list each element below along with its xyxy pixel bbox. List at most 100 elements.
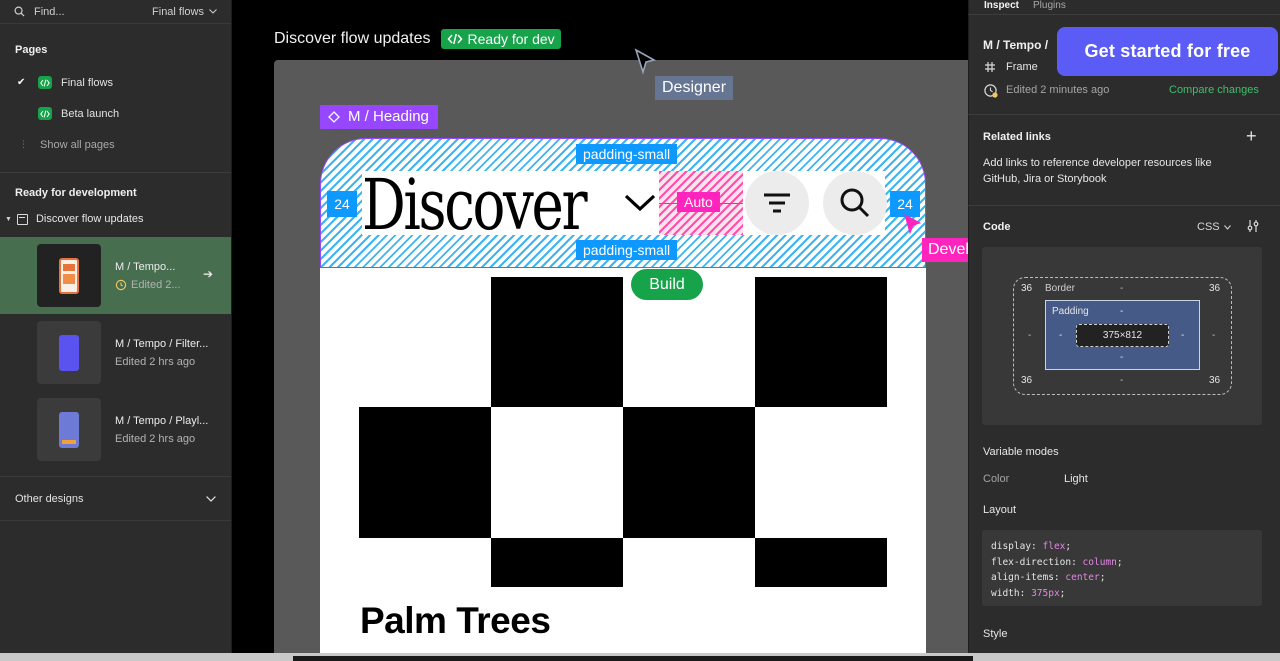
show-all-pages-link[interactable]: ⋮ Show all pages	[0, 129, 231, 160]
style-heading: Style	[983, 628, 1008, 640]
code-line: flex-direction: column;	[991, 556, 1123, 568]
box-model-border-label: Border	[1045, 283, 1076, 294]
arrow-right-icon[interactable]: ➔	[203, 267, 213, 281]
search-icon	[840, 188, 870, 218]
component-name-tag[interactable]: M / Heading	[320, 105, 438, 129]
variable-color-value[interactable]: Light	[1064, 473, 1088, 485]
search-input[interactable]: Find...	[34, 6, 152, 18]
border-radius-tr: 36	[1209, 283, 1221, 294]
phone-thumbnail	[59, 257, 79, 294]
related-links-heading: Related links	[983, 131, 1051, 143]
divider	[968, 14, 1280, 15]
compare-changes-link[interactable]: Compare changes	[1169, 84, 1259, 96]
frame-thumbnail	[37, 321, 101, 384]
chevron-down-icon	[1223, 224, 1231, 230]
divider	[968, 114, 1280, 115]
padding-bottom-tag: padding-small	[576, 240, 678, 260]
ready-for-dev-badge[interactable]: Ready for dev	[440, 29, 561, 49]
related-links-desc-2: GitHub, Jira or Storybook	[983, 173, 1107, 185]
dev-mode-code-icon	[38, 76, 52, 89]
search-button[interactable]	[823, 171, 887, 235]
layout-code-block[interactable]: display: flex; flex-direction: column; a…	[982, 530, 1262, 606]
auto-gap-tag: Auto	[677, 192, 720, 212]
get-started-button[interactable]: Get started for free	[1057, 27, 1278, 76]
phone-thumbnail	[59, 334, 79, 371]
pages-heading: Pages	[15, 44, 48, 56]
border-radius-br: 36	[1209, 375, 1221, 386]
history-icon	[115, 279, 127, 290]
discover-heading-text: Discover	[362, 164, 588, 246]
page-item-beta-launch[interactable]: Beta launch	[0, 98, 231, 129]
code-settings-icon[interactable]	[1246, 219, 1260, 233]
tab-inspect[interactable]: Inspect	[984, 0, 1019, 13]
code-language-select[interactable]: CSS	[1197, 221, 1231, 233]
variable-modes-heading: Variable modes	[983, 446, 1059, 458]
caret-down-icon[interactable]: ▼	[5, 216, 12, 223]
flows-dropdown[interactable]: Final flows	[152, 6, 217, 18]
page-item-final-flows[interactable]: ✔ Final flows	[0, 67, 231, 98]
frame-item-name: M / Tempo / Playl...	[115, 414, 209, 427]
layers-sidebar: Find... Final flows Pages ✔ Final flows …	[0, 0, 232, 653]
scrollbar-thumb[interactable]	[293, 656, 973, 661]
frame-hash-icon	[985, 62, 995, 72]
section-icon	[16, 213, 28, 225]
add-link-icon[interactable]: +	[1246, 126, 1257, 147]
frame-item[interactable]: M / Tempo / Filter... Edited 2 hrs ago	[0, 314, 231, 391]
tree-item-discover-flow[interactable]: ▼ Discover flow updates	[0, 204, 231, 234]
padding-top-value: -	[1120, 306, 1124, 317]
component-instance-icon	[328, 110, 340, 123]
layout-heading: Layout	[983, 504, 1017, 516]
sidebar-search-bar: Find... Final flows	[0, 0, 231, 24]
frame-item[interactable]: M / Tempo... Edited 2... ➔	[0, 237, 231, 314]
other-designs-section[interactable]: Other designs	[0, 476, 231, 521]
frame-type: Frame	[1006, 61, 1038, 73]
border-top-value: -	[1120, 283, 1124, 294]
section-title[interactable]: Discover flow updates	[274, 30, 431, 48]
chevron-down-icon	[206, 495, 216, 502]
padding-left-value: -	[1059, 330, 1063, 341]
border-left-value: -	[1028, 330, 1032, 341]
developer-cursor-icon	[904, 214, 922, 235]
phone-thumbnail	[59, 411, 79, 448]
chevron-down-icon[interactable]	[623, 192, 657, 214]
frame-item-name: M / Tempo...	[115, 260, 176, 273]
code-line: align-items: center;	[991, 572, 1106, 583]
padding-left-value: 24	[327, 191, 357, 217]
check-icon: ✔	[17, 77, 26, 88]
designer-cursor-label: Designer	[655, 76, 734, 100]
content-title: Palm Trees	[360, 600, 551, 641]
designer-cursor-icon	[634, 48, 657, 75]
frame-item-name: M / Tempo / Filter...	[115, 337, 209, 350]
frame-item-time: Edited 2...	[115, 276, 215, 294]
chevron-down-icon	[209, 9, 217, 14]
more-vertical-icon: ⋮	[19, 139, 28, 149]
page-item-label: Beta launch	[61, 107, 120, 120]
tab-plugins[interactable]: Plugins	[1033, 0, 1066, 13]
code-line: display: flex;	[991, 541, 1072, 552]
tree-item-label: Discover flow updates	[35, 213, 144, 225]
other-designs-label: Other designs	[15, 492, 84, 505]
panel-tabs: Inspect Plugins	[969, 0, 1280, 13]
box-model-padding-label: Padding	[1052, 306, 1089, 317]
related-links-desc-1: Add links to reference developer resourc…	[983, 157, 1212, 169]
code-icon	[447, 33, 463, 45]
frame-item-time: Edited 2 hrs ago	[115, 355, 196, 368]
border-right-value: -	[1212, 330, 1216, 341]
code-line: width: 375px;	[991, 587, 1066, 599]
frame-item-time: Edited 2 hrs ago	[115, 432, 196, 445]
edited-time: Edited 2 minutes ago	[1006, 84, 1110, 96]
filter-button[interactable]	[745, 171, 809, 235]
filter-icon	[764, 193, 790, 213]
frame-item[interactable]: M / Tempo / Playl... Edited 2 hrs ago	[0, 391, 231, 468]
padding-right-value: -	[1181, 330, 1185, 341]
border-bottom-value: -	[1120, 375, 1124, 386]
dev-mode-code-icon	[38, 107, 52, 120]
variable-color-label: Color	[983, 473, 1010, 485]
box-model-size: 375×812	[1076, 324, 1169, 347]
padding-top-tag: padding-small	[576, 144, 678, 164]
canvas-section-title: Discover flow updates Ready for dev	[274, 29, 561, 49]
horizontal-scrollbar[interactable]	[0, 653, 1280, 661]
search-icon[interactable]	[14, 6, 25, 17]
ready-for-dev-heading: Ready for development	[15, 187, 137, 199]
frame-thumbnail	[37, 244, 101, 307]
